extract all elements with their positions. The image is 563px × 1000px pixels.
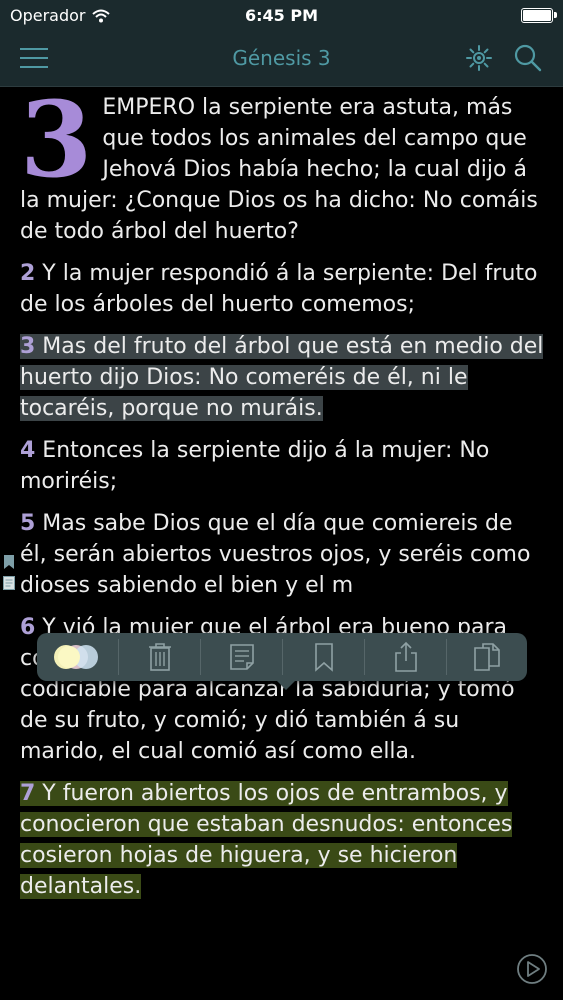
bookmark-marker-icon[interactable]: [3, 555, 15, 569]
verse-text: Mas sabe Dios que el día que comiereis d…: [20, 511, 531, 598]
battery-icon: [521, 8, 557, 23]
search-icon: [514, 44, 542, 72]
verse-number: 6: [20, 615, 36, 640]
verse-2[interactable]: 2 Y la mujer respondió á la serpiente: D…: [20, 258, 545, 320]
brightness-button[interactable]: [465, 44, 493, 72]
verse-text: Y fueron abiertos los ojos de entrambos,…: [20, 781, 513, 899]
chapter-dropcap: 3: [20, 78, 93, 201]
verse-number: 3: [20, 334, 36, 359]
verse-3[interactable]: 3 Mas del fruto del árbol que está en me…: [20, 331, 545, 424]
brightness-icon: [466, 45, 492, 71]
add-note-button[interactable]: [201, 633, 282, 681]
share-icon: [394, 641, 417, 672]
delete-button[interactable]: [119, 633, 200, 681]
copy-icon: [473, 643, 500, 671]
bookmark-button[interactable]: [283, 633, 364, 681]
verse-number: 2: [20, 261, 36, 286]
verse-text: Entonces la serpiente dijo á la mujer: N…: [20, 438, 490, 494]
highlight-color-button[interactable]: [37, 633, 118, 681]
verse-number: 7: [20, 781, 36, 806]
note-marker-icon[interactable]: [3, 576, 15, 590]
verse-text: EMPERO la serpiente era astuta, más que …: [20, 95, 538, 244]
verse-4[interactable]: 4 Entonces la serpiente dijo á la mujer:…: [20, 435, 545, 497]
play-icon: [517, 954, 547, 984]
copy-button[interactable]: [446, 633, 527, 681]
verse-number: 5: [20, 511, 36, 536]
audio-play-button[interactable]: [516, 953, 548, 985]
share-button[interactable]: [365, 633, 446, 681]
trash-icon: [148, 643, 171, 671]
bookmark-icon: [314, 643, 333, 672]
color-picker-icon: [53, 645, 98, 669]
toolbar-pointer: [276, 680, 296, 690]
verse-7[interactable]: 7 Y fueron abiertos los ojos de entrambo…: [20, 778, 545, 902]
status-time: 6:45 PM: [244, 6, 318, 25]
chapter-text: 3 EMPERO la serpiente era astuta, más qu…: [20, 78, 545, 913]
verse-number: 4: [20, 438, 36, 463]
verse-1[interactable]: 3 EMPERO la serpiente era astuta, más qu…: [20, 78, 545, 247]
status-bar: Operador 6:45 PM: [0, 0, 563, 30]
verse-action-toolbar: [37, 633, 527, 681]
verse-text: Y la mujer respondió á la serpiente: Del…: [20, 261, 538, 317]
verse-text: Mas del fruto del árbol que está en medi…: [20, 334, 544, 421]
note-icon: [229, 644, 254, 670]
verse-5[interactable]: 5 Mas sabe Dios que el día que comiereis…: [20, 508, 545, 601]
search-button[interactable]: [513, 43, 543, 73]
